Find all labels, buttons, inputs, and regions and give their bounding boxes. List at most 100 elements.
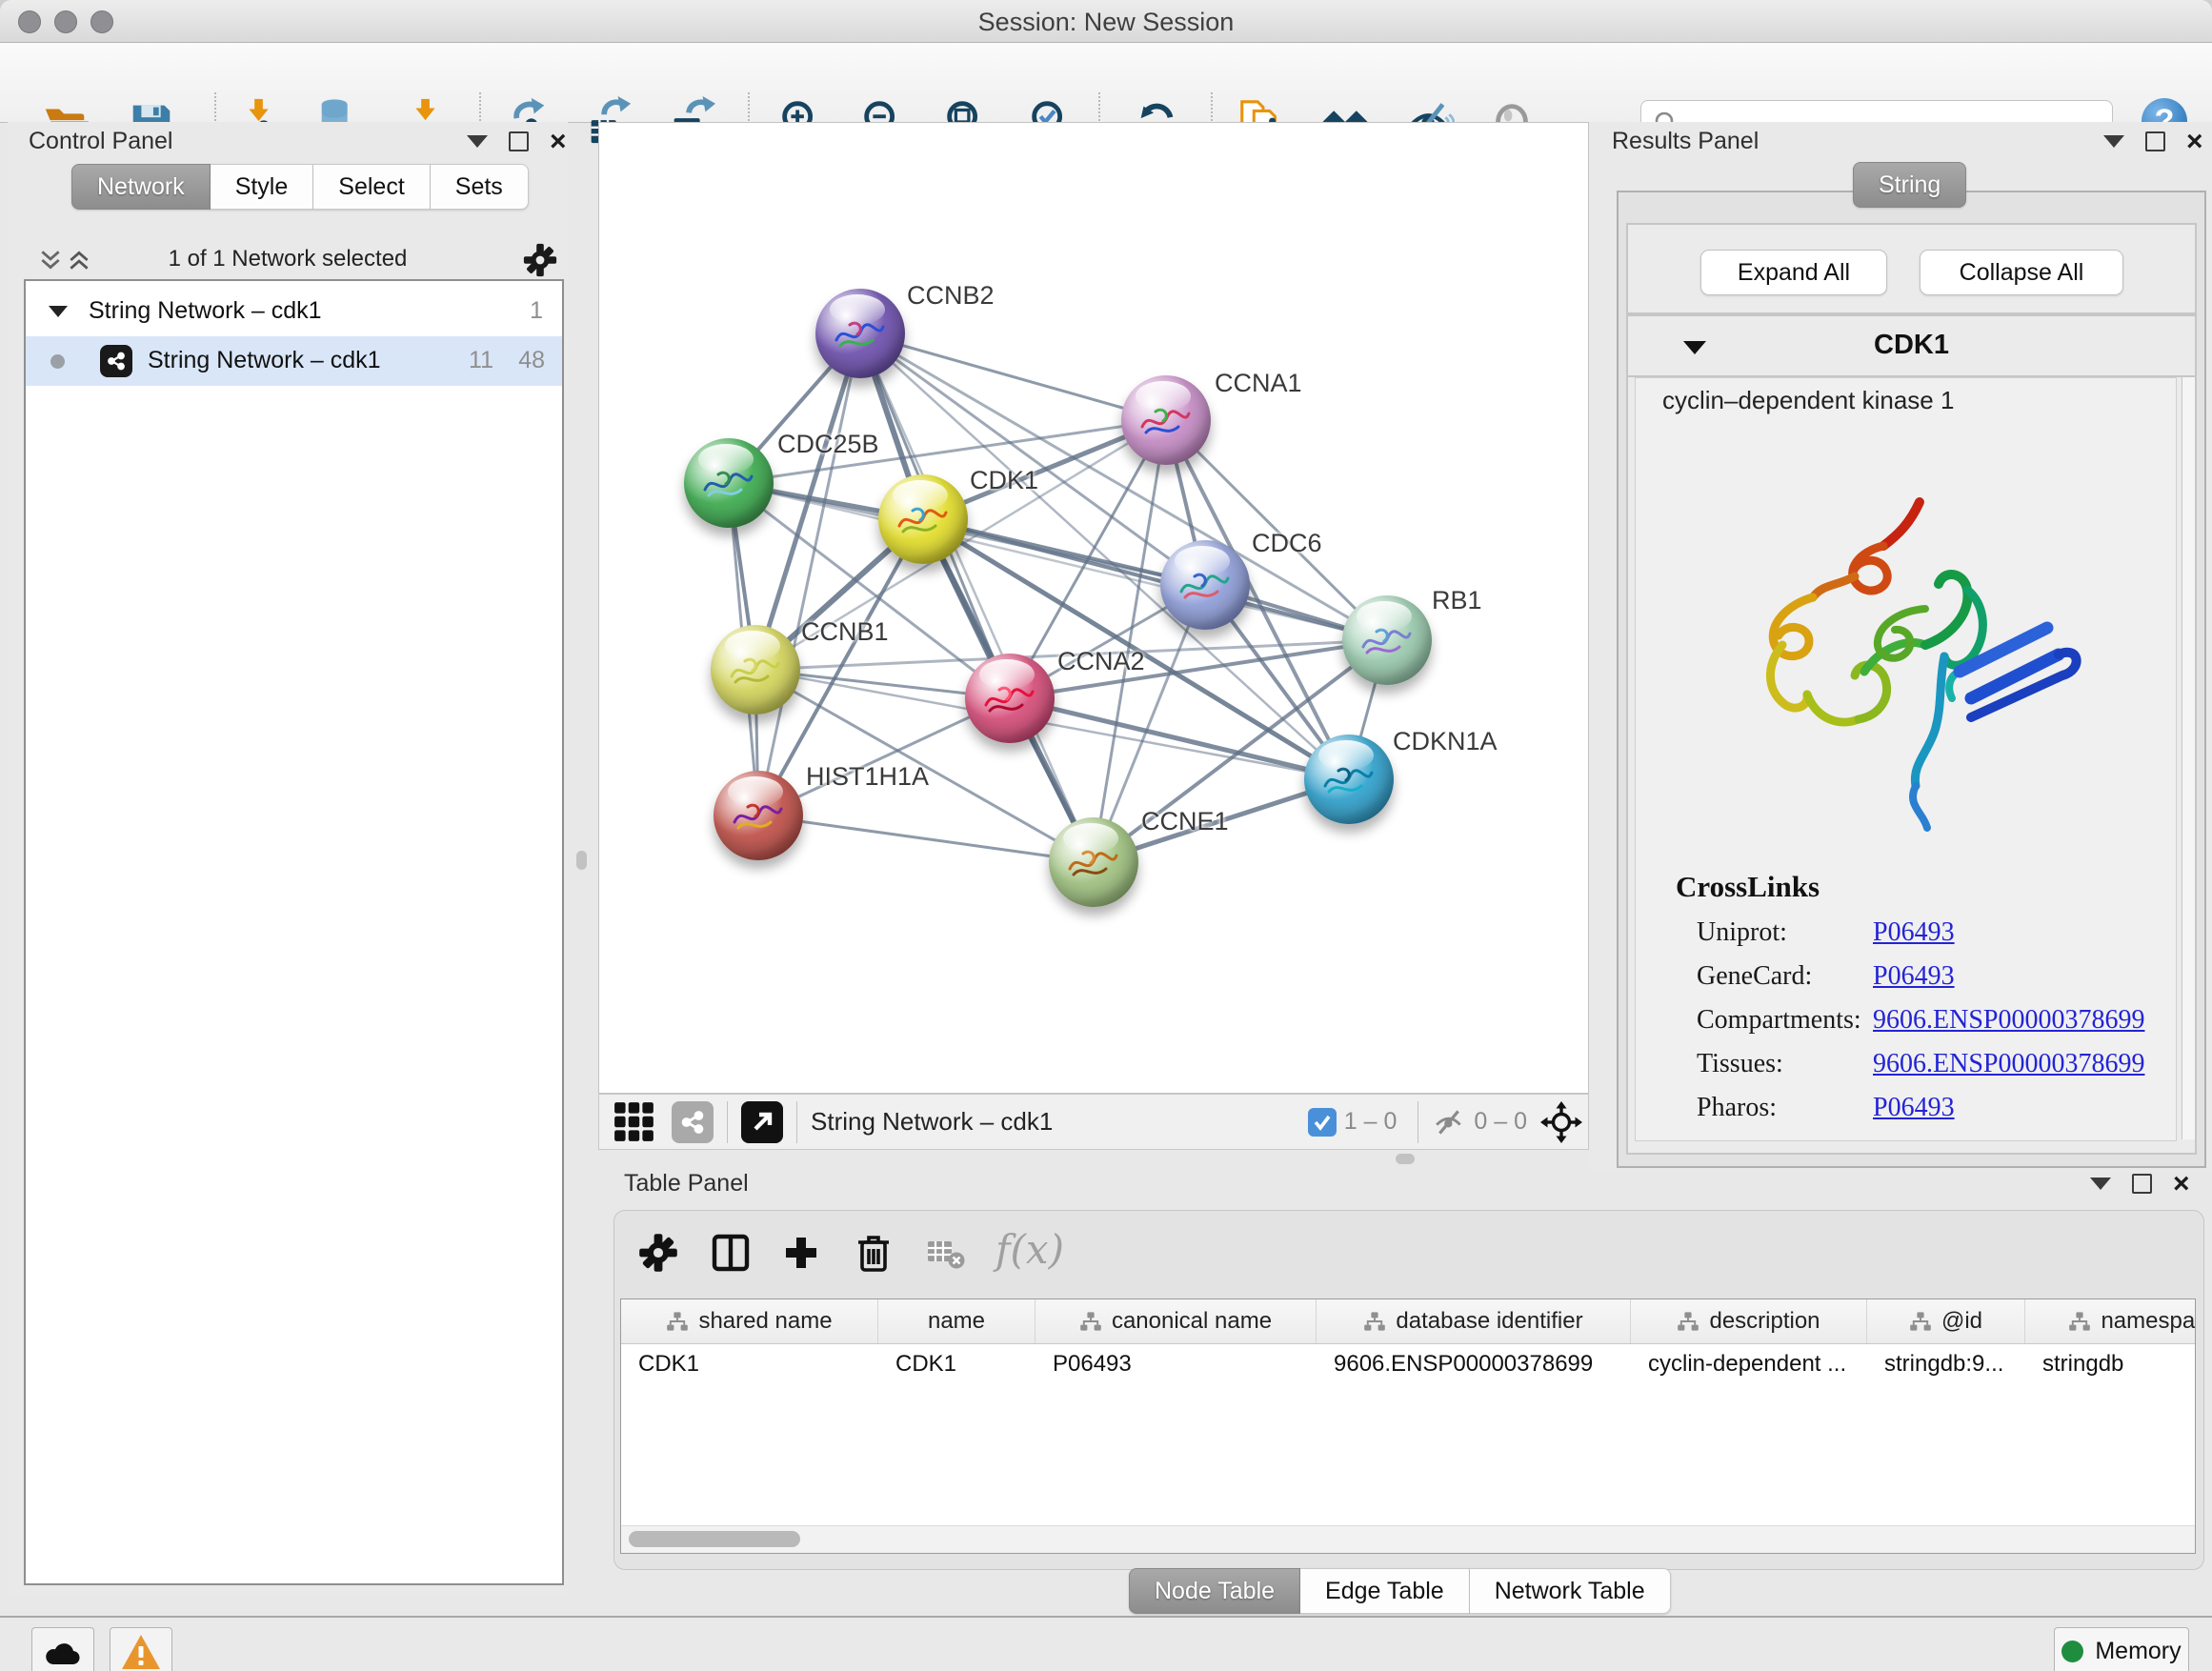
network-edge[interactable] <box>758 815 1094 862</box>
table-cell[interactable]: stringdb <box>2025 1343 2196 1385</box>
app-window: Session: New Session <box>0 0 2212 1671</box>
edge-count: 48 <box>518 347 545 374</box>
crosslink-label: Uniprot: <box>1697 917 1873 948</box>
crosslink-link[interactable]: 9606.ENSP00000378699 <box>1873 1005 2144 1036</box>
selected-checkbox-icon[interactable] <box>1308 1108 1337 1137</box>
network-view-toolbar: String Network – cdk1 1 – 0 0 – 0 <box>598 1094 1589 1150</box>
gear-icon[interactable] <box>522 242 558 283</box>
control-panel-tabs: NetworkStyleSelectSets <box>71 164 529 210</box>
delete-column-icon[interactable] <box>849 1228 898 1278</box>
tab-string[interactable]: String <box>1853 162 1966 208</box>
move-tool-icon[interactable] <box>1535 1101 1588 1143</box>
horizontal-splitter-handle[interactable] <box>1396 1154 1415 1164</box>
network-node-rb1[interactable] <box>1342 595 1432 685</box>
gene-description: cyclin–dependent kinase 1 <box>1662 386 1954 415</box>
network-node-cdk1[interactable] <box>878 474 968 564</box>
selection-status: 1 of 1 Network selected <box>8 246 568 272</box>
results-panel-title: Results Panel <box>1612 128 1759 155</box>
network-node-cdc6[interactable] <box>1160 540 1250 630</box>
panel-float-icon[interactable] <box>2132 1174 2152 1194</box>
cloud-icon[interactable] <box>31 1627 94 1671</box>
grid-view-icon[interactable] <box>613 1100 656 1144</box>
panel-close-icon[interactable]: × <box>2186 132 2203 151</box>
network-node-ccna2[interactable] <box>965 654 1055 743</box>
network-node-ccna1[interactable] <box>1121 375 1211 465</box>
table-panel-title: Table Panel <box>624 1170 749 1198</box>
panel-float-icon[interactable] <box>509 131 529 151</box>
warning-icon[interactable] <box>110 1627 172 1671</box>
column-header-namespace[interactable]: namespace <box>2025 1299 2196 1343</box>
expand-all-button[interactable]: Expand All <box>1700 250 1887 295</box>
network-canvas[interactable]: CCNB2 CCNA1 CDC25B CDK1 CDC6 RB1 CCNB1 C… <box>598 122 1589 1094</box>
column-header-canonical-name[interactable]: canonical name <box>1036 1299 1317 1343</box>
memory-label: Memory <box>2095 1638 2181 1665</box>
crosslink-link[interactable]: P06493 <box>1873 917 1955 948</box>
column-header-name[interactable]: name <box>878 1299 1036 1343</box>
tab-style[interactable]: Style <box>211 164 314 210</box>
memory-button[interactable]: Memory <box>2054 1627 2189 1671</box>
tree-expander-icon[interactable] <box>49 306 68 317</box>
panel-menu-icon[interactable] <box>467 135 488 148</box>
panel-menu-icon[interactable] <box>2103 135 2124 148</box>
collection-label: String Network – cdk1 <box>89 297 322 325</box>
share-network-icon[interactable] <box>672 1101 714 1143</box>
crosslink-link[interactable]: 9606.ENSP00000378699 <box>1873 1049 2144 1079</box>
column-header-shared-name[interactable]: shared name <box>621 1299 878 1343</box>
tab-select[interactable]: Select <box>313 164 430 210</box>
columns-icon[interactable] <box>706 1228 755 1278</box>
table-cell[interactable]: 9606.ENSP00000378699 <box>1317 1343 1631 1385</box>
network-edge[interactable] <box>758 333 860 815</box>
network-label: String Network – cdk1 <box>148 347 381 374</box>
table-settings-gear-icon[interactable] <box>633 1228 683 1278</box>
panel-close-icon[interactable]: × <box>550 132 567 151</box>
tab-edge-table[interactable]: Edge Table <box>1300 1568 1470 1614</box>
network-node-ccne1[interactable] <box>1049 817 1138 907</box>
window-title: Session: New Session <box>0 8 2212 37</box>
network-node-hist1h1a[interactable] <box>714 771 803 860</box>
table-panel: Table Panel × f(x) shared nam <box>598 1164 2212 1612</box>
main-toolbar: ? <box>0 43 2212 123</box>
network-collection-row[interactable]: String Network – cdk1 1 <box>26 287 562 336</box>
network-node-ccnb1[interactable] <box>711 625 800 715</box>
column-header-database-identifier[interactable]: database identifier <box>1317 1299 1631 1343</box>
tab-network[interactable]: Network <box>71 164 211 210</box>
column-header--id[interactable]: @id <box>1867 1299 2025 1343</box>
table-cell[interactable]: CDK1 <box>621 1343 878 1385</box>
vertical-splitter-handle[interactable] <box>576 851 587 870</box>
gene-section: CDK1 cyclin–dependent kinase 1 <box>1626 314 2197 1155</box>
table-cell[interactable]: stringdb:9... <box>1867 1343 2025 1385</box>
crosslink-row: Pharos:P06493 <box>1676 1093 2144 1137</box>
crosslink-row: GeneCard:P06493 <box>1676 961 2144 1005</box>
table-cell[interactable]: CDK1 <box>878 1343 1036 1385</box>
string-network-icon <box>100 345 132 377</box>
panel-float-icon[interactable] <box>2145 131 2165 151</box>
open-in-window-icon[interactable] <box>741 1101 783 1143</box>
crosslink-link[interactable]: P06493 <box>1873 961 1955 992</box>
status-bar: Memory <box>0 1616 2212 1671</box>
tab-sets[interactable]: Sets <box>431 164 529 210</box>
table-hscrollbar-thumb[interactable] <box>629 1531 800 1547</box>
table-cell[interactable]: P06493 <box>1036 1343 1317 1385</box>
table-cell[interactable]: cyclin-dependent ... <box>1631 1343 1867 1385</box>
network-status-dot <box>50 354 65 369</box>
delete-table-icon[interactable] <box>921 1228 971 1278</box>
network-node-ccnb2[interactable] <box>815 289 905 378</box>
results-panel: Results Panel × String Expand All Collap… <box>1589 122 2212 1172</box>
collapse-all-button[interactable]: Collapse All <box>1920 250 2123 295</box>
panel-close-icon[interactable]: × <box>2173 1175 2190 1194</box>
crosslink-link[interactable]: P06493 <box>1873 1093 1955 1123</box>
protein-structure-image <box>1721 485 2102 866</box>
panel-menu-icon[interactable] <box>2090 1178 2111 1190</box>
tab-network-table[interactable]: Network Table <box>1470 1568 1671 1614</box>
results-scrollbar[interactable] <box>2182 377 2195 1139</box>
gene-section-header[interactable]: CDK1 <box>1628 316 2195 377</box>
hidden-eye-icon[interactable] <box>1432 1105 1466 1139</box>
add-column-icon[interactable] <box>776 1228 826 1278</box>
tab-node-table[interactable]: Node Table <box>1129 1568 1300 1614</box>
crosslink-label: Compartments: <box>1697 1005 1873 1036</box>
network-row-selected[interactable]: String Network – cdk1 11 48 <box>26 336 562 386</box>
network-node-cdkn1a[interactable] <box>1304 735 1394 824</box>
node-count: 11 <box>469 347 493 374</box>
network-node-cdc25b[interactable] <box>684 438 774 528</box>
column-header-description[interactable]: description <box>1631 1299 1867 1343</box>
